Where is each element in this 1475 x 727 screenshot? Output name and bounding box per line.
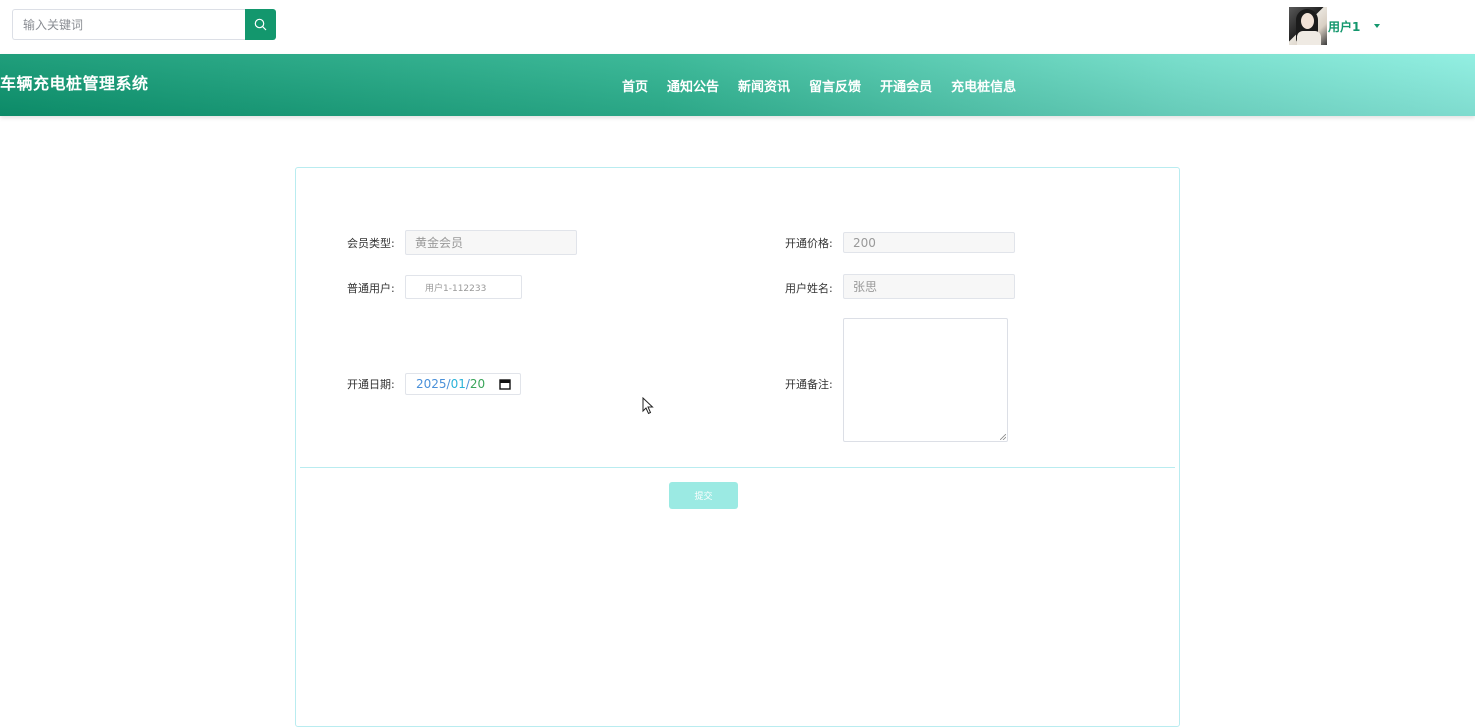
price-label: 开通价格: [785, 237, 833, 250]
nav-item-home[interactable]: 首页 [622, 76, 648, 95]
date-input[interactable]: 2025/01/20 [405, 373, 521, 395]
member-type-label: 会员类型: [347, 237, 395, 250]
nav-item-feedback[interactable]: 留言反馈 [809, 76, 861, 95]
member-type-field: 黄金会员 [405, 230, 577, 255]
price-field: 200 [843, 232, 1015, 253]
search-input[interactable] [12, 9, 245, 40]
submit-button[interactable]: 提交 [669, 482, 738, 509]
user-menu[interactable]: 用户1 [1289, 6, 1381, 46]
search-button[interactable] [245, 9, 276, 40]
name-label: 用户姓名: [785, 282, 833, 295]
nav-links: 首页 通知公告 新闻资讯 留言反馈 开通会员 充电桩信息 [622, 76, 1016, 95]
nav-bar: 车辆充电桩管理系统 首页 通知公告 新闻资讯 留言反馈 开通会员 充电桩信息 [0, 54, 1475, 116]
user-select[interactable]: 用户1-112233 [405, 275, 522, 299]
chevron-down-icon[interactable] [1374, 24, 1381, 28]
nav-item-charger-info[interactable]: 充电桩信息 [951, 76, 1016, 95]
avatar[interactable] [1289, 7, 1327, 45]
search-bar [12, 9, 276, 40]
user-name[interactable]: 用户1 [1328, 18, 1360, 35]
date-label: 开通日期: [347, 378, 395, 391]
name-field: 张思 [843, 274, 1015, 299]
search-icon [254, 18, 267, 31]
calendar-icon[interactable] [499, 378, 511, 390]
resize-handle-icon[interactable] [1000, 434, 1006, 440]
membership-form: 会员类型: 黄金会员 开通价格: 200 普通用户: 用户1-112233 用户… [295, 167, 1180, 727]
form-divider [300, 467, 1175, 468]
site-title: 车辆充电桩管理系统 [0, 74, 149, 93]
user-label: 普通用户: [347, 282, 395, 295]
nav-item-news[interactable]: 新闻资讯 [738, 76, 790, 95]
mouse-cursor-icon [642, 397, 654, 415]
nav-item-membership[interactable]: 开通会员 [880, 76, 932, 95]
top-bar: 用户1 [0, 0, 1475, 54]
remark-label: 开通备注: [785, 378, 833, 391]
remark-textarea[interactable] [843, 318, 1008, 442]
nav-item-notices[interactable]: 通知公告 [667, 76, 719, 95]
